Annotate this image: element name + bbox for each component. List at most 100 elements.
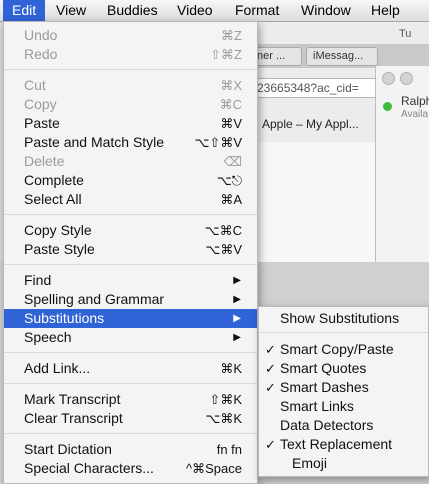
messages-window: Ralph Availa xyxy=(375,66,429,262)
menu-separator xyxy=(4,264,257,265)
checkmark-icon: ✓ xyxy=(265,361,276,376)
cut-shortcut: ⌘X xyxy=(220,78,242,93)
smart-links-label: Smart Links xyxy=(280,398,354,414)
submenu-item-data-detectors[interactable]: Data Detectors xyxy=(259,416,429,435)
menu-item-complete[interactable]: Complete ⌥⎋ xyxy=(4,171,257,190)
submenu-item-smart-copy-paste[interactable]: ✓ Smart Copy/Paste xyxy=(259,340,429,359)
menu-window[interactable]: Window xyxy=(292,0,360,21)
menu-item-delete[interactable]: Delete ⌫ xyxy=(4,152,257,171)
paste-shortcut: ⌘V xyxy=(220,116,242,131)
menu-separator xyxy=(259,332,428,333)
menu-separator xyxy=(4,69,257,70)
complete-label: Complete xyxy=(24,172,84,188)
menu-separator xyxy=(4,214,257,215)
data-detectors-label: Data Detectors xyxy=(280,417,374,433)
submenu-arrow-icon: ▶ xyxy=(233,313,241,324)
select-all-shortcut: ⌘A xyxy=(220,192,242,207)
menu-separator xyxy=(4,383,257,384)
copy-shortcut: ⌘C xyxy=(219,97,242,112)
start-dictation-label: Start Dictation xyxy=(24,441,112,457)
submenu-item-smart-links[interactable]: Smart Links xyxy=(259,397,429,416)
close-window-icon[interactable] xyxy=(382,72,395,85)
show-substitutions-label: Show Substitutions xyxy=(280,310,400,326)
menu-item-paste-and-match-style[interactable]: Paste and Match Style ⌥⇧⌘V xyxy=(4,133,257,152)
paste-style-label: Paste Style xyxy=(24,241,95,257)
menu-item-mark-transcript[interactable]: Mark Transcript ⇧⌘K xyxy=(4,390,257,409)
menu-buddies[interactable]: Buddies xyxy=(98,0,167,21)
menu-bar: Edit View Buddies Video Format Window He… xyxy=(0,0,429,22)
contact-name[interactable]: Ralph xyxy=(401,94,429,108)
delete-shortcut-icon: ⌫ xyxy=(223,154,242,169)
menu-item-clear-transcript[interactable]: Clear Transcript ⌥⌘K xyxy=(4,409,257,428)
menu-item-cut[interactable]: Cut ⌘X xyxy=(4,76,257,95)
menu-item-redo[interactable]: Redo ⇧⌘Z xyxy=(4,45,257,64)
menu-separator xyxy=(4,433,257,434)
menu-item-find[interactable]: Find ▶ xyxy=(4,271,257,290)
address-bar[interactable]: 23665348?ac_cid= xyxy=(250,78,380,98)
menu-item-start-dictation[interactable]: Start Dictation fn fn xyxy=(4,440,257,459)
select-all-label: Select All xyxy=(24,191,82,207)
special-characters-shortcut: ^⌘Space xyxy=(186,461,242,476)
browser-tab-imessage[interactable]: iMessag... xyxy=(306,47,378,66)
mark-transcript-shortcut: ⇧⌘K xyxy=(209,392,242,407)
menu-item-speech[interactable]: Speech ▶ xyxy=(4,328,257,347)
menu-item-paste-style[interactable]: Paste Style ⌥⌘V xyxy=(4,240,257,259)
submenu-arrow-icon: ▶ xyxy=(233,332,241,343)
submenu-item-emoji[interactable]: Emoji xyxy=(259,454,429,473)
smart-dashes-label: Smart Dashes xyxy=(280,379,369,395)
menu-format[interactable]: Format xyxy=(226,0,288,21)
substitutions-label: Substitutions xyxy=(24,310,105,326)
menu-item-copy-style[interactable]: Copy Style ⌥⌘C xyxy=(4,221,257,240)
submenu-item-show-substitutions[interactable]: Show Substitutions xyxy=(259,309,429,328)
submenu-item-smart-dashes[interactable]: ✓ Smart Dashes xyxy=(259,378,429,397)
undo-shortcut: ⌘Z xyxy=(221,28,242,43)
substitutions-submenu: Show Substitutions ✓ Smart Copy/Paste ✓ … xyxy=(258,306,429,477)
add-link-label: Add Link... xyxy=(24,360,91,376)
menu-item-undo[interactable]: Undo ⌘Z xyxy=(4,26,257,45)
checkmark-icon: ✓ xyxy=(265,342,276,357)
smart-quotes-label: Smart Quotes xyxy=(280,360,367,376)
copy-style-label: Copy Style xyxy=(24,222,92,238)
menu-view[interactable]: View xyxy=(47,0,95,21)
menu-item-substitutions[interactable]: Substitutions ▶ xyxy=(4,309,257,328)
copy-style-shortcut: ⌥⌘C xyxy=(204,223,242,238)
menu-item-spelling-and-grammar[interactable]: Spelling and Grammar ▶ xyxy=(4,290,257,309)
paste-label: Paste xyxy=(24,115,60,131)
menu-item-add-link[interactable]: Add Link... ⌘K xyxy=(4,359,257,378)
paste-match-label: Paste and Match Style xyxy=(24,134,165,150)
browser-title: Tu xyxy=(399,28,412,40)
menu-help[interactable]: Help xyxy=(362,0,409,21)
submenu-item-smart-quotes[interactable]: ✓ Smart Quotes xyxy=(259,359,429,378)
checkmark-icon: ✓ xyxy=(265,437,276,452)
spelling-label: Spelling and Grammar xyxy=(24,291,165,307)
start-dictation-shortcut: fn fn xyxy=(216,442,242,457)
document-area xyxy=(250,142,385,262)
submenu-item-text-replacement[interactable]: ✓ Text Replacement xyxy=(259,435,429,454)
special-characters-label: Special Characters... xyxy=(24,460,154,476)
delete-label: Delete xyxy=(24,153,65,169)
text-replacement-label: Text Replacement xyxy=(280,436,393,452)
undo-label: Undo xyxy=(24,27,58,43)
menu-item-select-all[interactable]: Select All ⌘A xyxy=(4,190,257,209)
menu-item-copy[interactable]: Copy ⌘C xyxy=(4,95,257,114)
mark-transcript-label: Mark Transcript xyxy=(24,391,121,407)
menu-separator xyxy=(4,352,257,353)
menu-edit[interactable]: Edit xyxy=(3,0,46,21)
minimize-window-icon[interactable] xyxy=(400,72,413,85)
menu-video[interactable]: Video xyxy=(168,0,222,21)
submenu-arrow-icon: ▶ xyxy=(233,294,241,305)
bookmark-apple[interactable]: Apple – My Appl... xyxy=(262,117,359,131)
complete-shortcut: ⌥⎋ xyxy=(216,173,242,188)
paste-match-shortcut: ⌥⇧⌘V xyxy=(194,135,242,150)
emoji-label: Emoji xyxy=(292,455,328,471)
smart-copy-paste-label: Smart Copy/Paste xyxy=(280,341,394,357)
paste-style-shortcut: ⌥⌘V xyxy=(205,242,242,257)
menu-item-paste[interactable]: Paste ⌘V xyxy=(4,114,257,133)
clear-transcript-shortcut: ⌥⌘K xyxy=(205,411,242,426)
browser-tab-bar: ner ... iMessag... xyxy=(250,44,429,68)
edit-menu: Undo ⌘Z Redo ⇧⌘Z Cut ⌘X Copy ⌘C Paste ⌘V… xyxy=(3,21,258,484)
menu-item-special-characters[interactable]: Special Characters... ^⌘Space xyxy=(4,459,257,478)
clear-transcript-label: Clear Transcript xyxy=(24,410,123,426)
cut-label: Cut xyxy=(24,77,46,93)
submenu-arrow-icon: ▶ xyxy=(233,275,241,286)
